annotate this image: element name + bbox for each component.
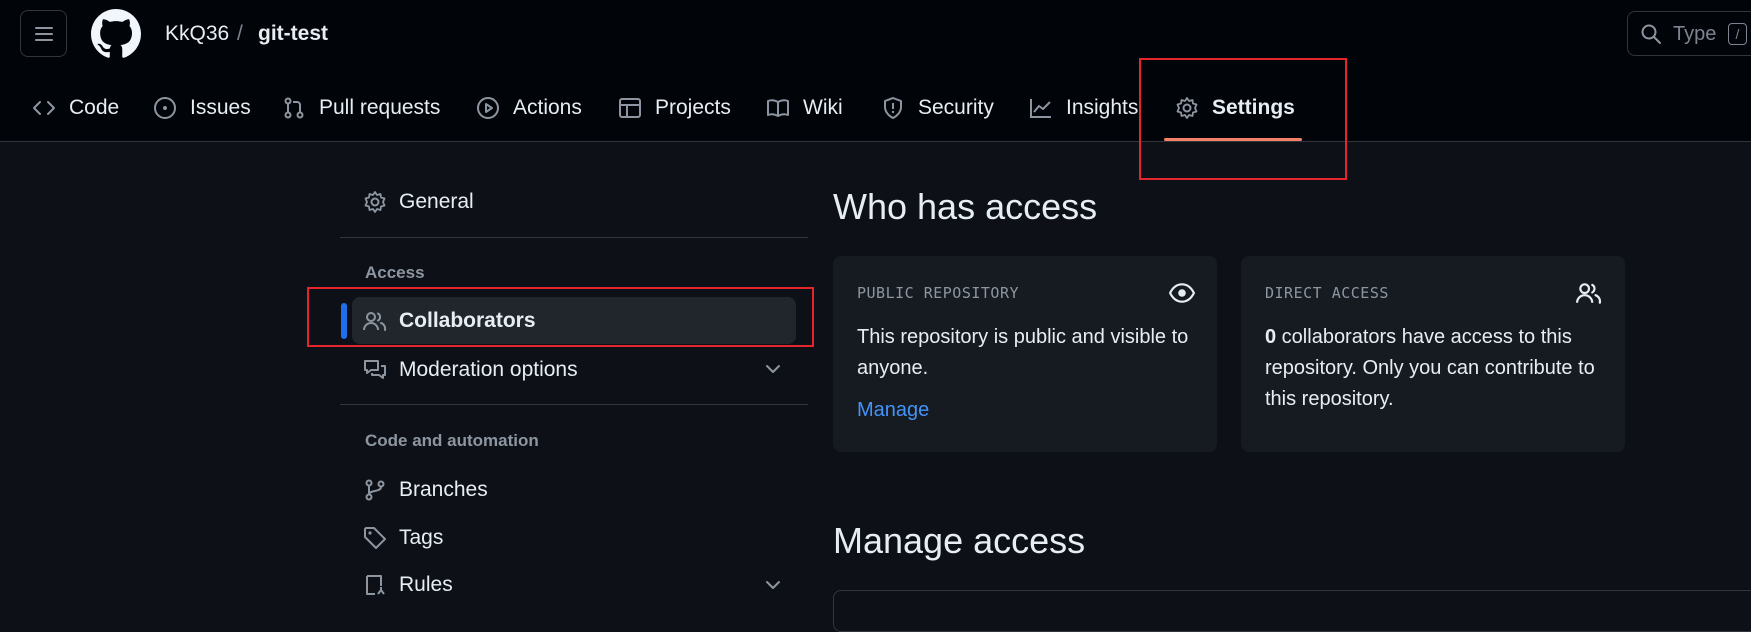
book-icon (767, 99, 789, 117)
active-tab-indicator (1164, 138, 1302, 141)
tab-wiki[interactable]: Wiki (766, 88, 843, 128)
tab-label: Pull requests (319, 96, 441, 119)
sidebar-heading-access: Access (365, 263, 425, 282)
tab-pull-requests[interactable]: Pull requests (282, 88, 440, 128)
search-shortcut-key: / (1728, 23, 1747, 45)
hamburger-icon (34, 26, 53, 41)
search-icon (1641, 24, 1661, 44)
sidebar-item-label: General (399, 190, 474, 213)
repo-rules-icon (366, 575, 385, 595)
sidebar-item-branches[interactable]: Branches (363, 470, 488, 510)
comment-discussion-icon (364, 360, 386, 379)
tab-label: Wiki (803, 96, 843, 119)
sidebar-divider (340, 237, 808, 238)
page-title-who-has-access: Who has access (833, 186, 1098, 227)
chevron-down-icon[interactable] (763, 575, 783, 595)
search-input[interactable]: Type / (1627, 11, 1751, 56)
section-title-manage-access: Manage access (833, 520, 1086, 561)
manage-access-panel (833, 590, 1751, 632)
tab-label: Security (918, 96, 994, 119)
play-icon (477, 97, 499, 119)
card-text: 0 collaborators have access to this repo… (1265, 322, 1610, 415)
tag-icon (364, 527, 386, 549)
tab-code[interactable]: Code (32, 88, 119, 128)
tab-label: Projects (655, 96, 731, 119)
tab-label: Actions (513, 96, 582, 119)
collaborator-count: 0 (1265, 326, 1277, 348)
sidebar-item-moderation-options[interactable]: Moderation options (363, 350, 578, 390)
tab-settings[interactable]: Settings (1175, 88, 1295, 128)
git-pull-request-icon (284, 97, 304, 119)
sidebar-item-label: Collaborators (399, 309, 536, 332)
code-icon (33, 101, 55, 115)
people-icon (1576, 283, 1602, 304)
sidebar-item-rules[interactable]: Rules (363, 565, 453, 605)
card-text: This repository is public and visible to… (857, 326, 1189, 379)
manage-link[interactable]: Manage (857, 399, 929, 422)
sidebar-item-label: Rules (399, 573, 453, 596)
tab-label: Code (69, 96, 120, 119)
git-branch-icon (365, 479, 385, 501)
chevron-down-icon[interactable] (763, 359, 783, 379)
sidebar-item-label: Branches (399, 478, 488, 501)
tab-label: Insights (1066, 96, 1139, 119)
gear-icon (364, 191, 386, 213)
tab-label: Settings (1212, 96, 1295, 119)
tab-issues[interactable]: Issues (153, 88, 251, 128)
tab-projects[interactable]: Projects (618, 88, 731, 128)
sidebar-item-label: Moderation options (399, 358, 578, 381)
public-repository-card: PUBLIC REPOSITORY This repository is pub… (833, 256, 1217, 452)
card-label: PUBLIC REPOSITORY (857, 284, 1020, 302)
breadcrumb-separator: / (237, 22, 243, 45)
table-icon (619, 98, 641, 118)
gear-icon (1176, 97, 1198, 119)
selected-item-indicator (341, 303, 347, 339)
tab-security[interactable]: Security (881, 88, 994, 128)
eye-icon (1169, 283, 1195, 303)
repo-header: KkQ36 / git-test Type / Code Issues Pull… (0, 0, 1751, 142)
breadcrumb-owner[interactable]: KkQ36 (165, 20, 229, 48)
menu-button[interactable] (20, 10, 67, 57)
sidebar-divider (340, 404, 808, 405)
sidebar-item-tags[interactable]: Tags (363, 518, 443, 558)
direct-access-card: DIRECT ACCESS 0 collaborators have acces… (1241, 256, 1625, 452)
collaborator-count-text: collaborators have access to this reposi… (1265, 326, 1595, 410)
github-logo-icon[interactable] (91, 9, 141, 59)
tab-actions[interactable]: Actions (476, 88, 582, 128)
issue-opened-icon (154, 97, 176, 119)
card-label: DIRECT ACCESS (1265, 284, 1389, 302)
people-icon (363, 312, 387, 331)
shield-icon (884, 97, 902, 119)
sidebar-item-general[interactable]: General (363, 182, 474, 222)
sidebar-item-label: Tags (399, 526, 444, 549)
search-placeholder: Type (1673, 23, 1717, 45)
sidebar-heading-code-automation: Code and automation (365, 431, 539, 450)
tab-insights[interactable]: Insights (1029, 88, 1138, 128)
tab-label: Issues (190, 96, 251, 119)
sidebar-item-collaborators[interactable]: Collaborators (363, 301, 536, 341)
graph-icon (1030, 99, 1051, 118)
breadcrumb-repo[interactable]: git-test (258, 20, 328, 48)
